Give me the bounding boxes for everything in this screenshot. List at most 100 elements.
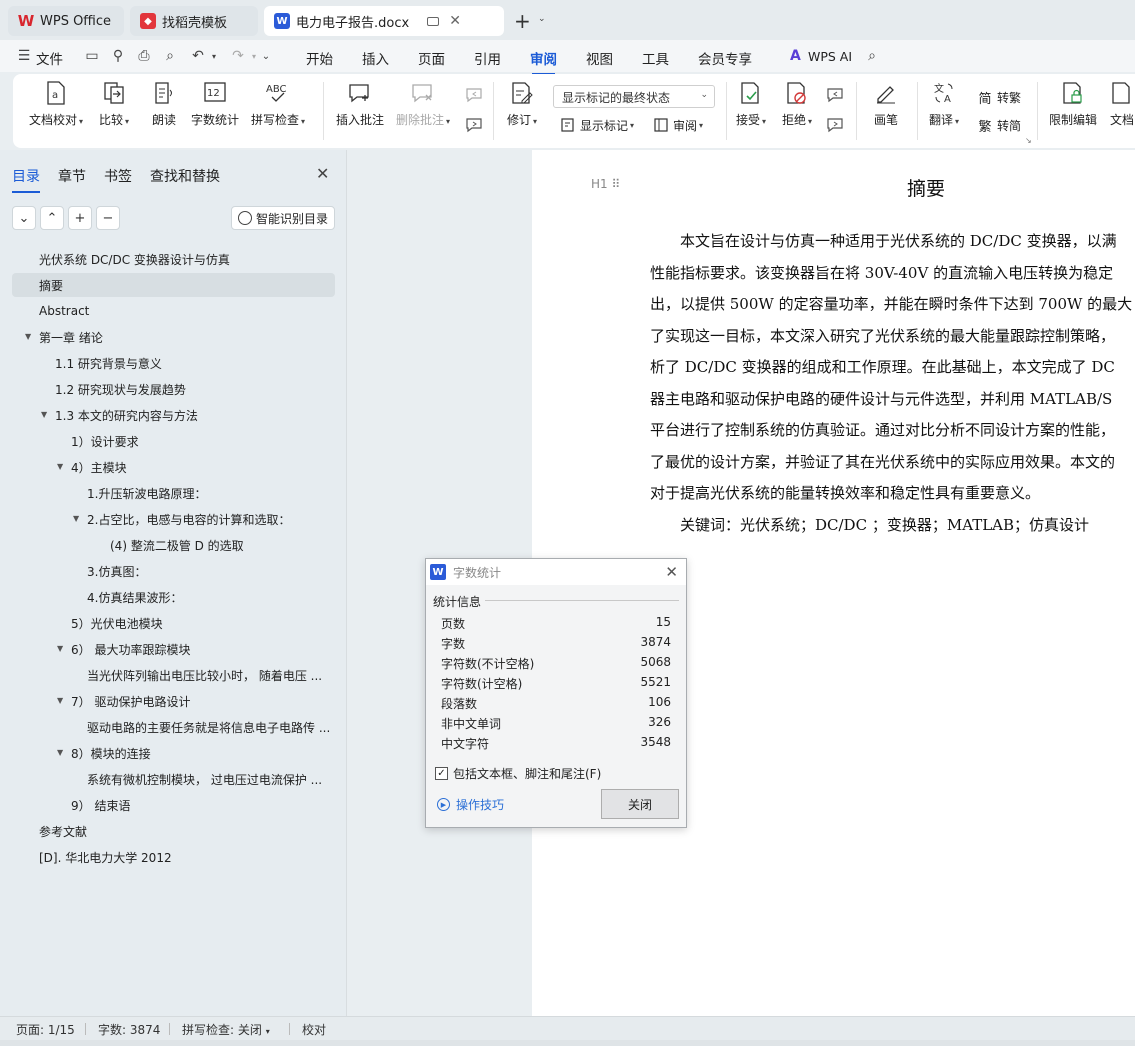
toc-item[interactable]: 1.2 研究现状与发展趋势 bbox=[55, 377, 335, 401]
menu-home[interactable]: 开始 bbox=[306, 48, 333, 68]
status-spell-check[interactable]: 拼写检查: 关闭 ▾ bbox=[182, 1021, 270, 1038]
window-icon[interactable] bbox=[427, 16, 440, 26]
doc-rights-button[interactable]: 文档 bbox=[1109, 80, 1135, 128]
to-traditional-button[interactable]: 简 转繁 bbox=[976, 88, 1021, 107]
toc-item[interactable]: 参考文献 bbox=[39, 819, 335, 843]
toc-item[interactable]: 1.升压斩波电路原理： bbox=[87, 481, 335, 505]
menu-review[interactable]: 审阅 bbox=[530, 48, 557, 75]
toc-item[interactable]: 9） 结束语 bbox=[71, 793, 335, 817]
print-icon[interactable]: ⎙ bbox=[136, 48, 152, 64]
to-simplified-button[interactable]: 繁 转简 bbox=[976, 116, 1021, 135]
collapse-all-button[interactable]: ⌄ bbox=[12, 206, 36, 230]
menu-view[interactable]: 视图 bbox=[586, 48, 613, 68]
accept-button[interactable]: 接受 ▾ bbox=[736, 80, 766, 128]
doc-check-button[interactable]: a 文档校对 ▾ bbox=[29, 80, 83, 128]
next-change-icon[interactable] bbox=[826, 116, 844, 134]
include-textbox-checkbox[interactable]: ✓ 包括文本框、脚注和尾注(F) bbox=[435, 765, 601, 782]
heading-level-marker[interactable]: H1 ⠿ bbox=[591, 177, 620, 191]
markup-mode-select[interactable]: 显示标记的最终状态 ⌄ bbox=[553, 85, 715, 108]
status-word-count[interactable]: 字数: 3874 bbox=[98, 1021, 160, 1038]
search-icon[interactable]: ⌕ bbox=[864, 48, 880, 64]
toc-expand-arrow-icon[interactable]: ▼ bbox=[57, 696, 63, 705]
toc-item[interactable]: 2.占空比，电感与电容的计算和选取： bbox=[87, 507, 335, 531]
toc-item[interactable]: [D]. 华北电力大学 2012 bbox=[39, 845, 335, 869]
toc-item[interactable]: 驱动电路的主要任务就是将信息电子电路传 ... bbox=[87, 715, 335, 739]
next-comment-icon[interactable] bbox=[465, 116, 483, 134]
read-aloud-button[interactable]: 朗读 bbox=[151, 80, 177, 128]
compare-button[interactable]: 比较 ▾ bbox=[99, 80, 129, 128]
toc-item[interactable]: 7） 驱动保护电路设计 bbox=[71, 689, 335, 713]
status-proofread[interactable]: 校对 bbox=[302, 1021, 326, 1038]
menu-insert[interactable]: 插入 bbox=[362, 48, 389, 68]
spell-check-button[interactable]: ABC 拼写检查 ▾ bbox=[251, 80, 305, 128]
new-tab-icon[interactable]: + bbox=[514, 9, 531, 33]
tab-wps-office[interactable]: W WPS Office bbox=[8, 6, 124, 36]
ribbon-expand-icon[interactable]: ↘ bbox=[1025, 136, 1032, 145]
toc-item[interactable]: 5）光伏电池模块 bbox=[71, 611, 335, 635]
toc-expand-arrow-icon[interactable]: ▼ bbox=[57, 748, 63, 757]
nav-tab-find-replace[interactable]: 查找和替换 bbox=[150, 166, 220, 186]
menu-references[interactable]: 引用 bbox=[474, 48, 501, 68]
toc-item[interactable]: 1.1 研究背景与意义 bbox=[55, 351, 335, 375]
tab-document[interactable]: W 电力电子报告.docx ✕ bbox=[264, 6, 504, 36]
toc-item[interactable]: 4.仿真结果波形： bbox=[87, 585, 335, 609]
menu-member[interactable]: 会员专享 bbox=[698, 48, 752, 68]
share-link-icon[interactable]: ⚲ bbox=[110, 48, 126, 64]
toc-item[interactable]: (4) 整流二极管 D 的选取 bbox=[110, 533, 335, 557]
dialog-title-bar[interactable]: W 字数统计 ✕ bbox=[426, 559, 686, 585]
toc-expand-arrow-icon[interactable]: ▼ bbox=[57, 462, 63, 471]
restrict-edit-button[interactable]: 限制编辑 bbox=[1049, 80, 1097, 128]
toc-item[interactable]: 光伏系统 DC/DC 变换器设计与仿真 bbox=[39, 247, 335, 271]
toc-item[interactable]: 1.3 本文的研究内容与方法 bbox=[55, 403, 335, 427]
expand-up-button[interactable]: ⌃ bbox=[40, 206, 64, 230]
reject-button[interactable]: 拒绝 ▾ bbox=[782, 80, 812, 128]
translate-button[interactable]: 文A 翻译 ▾ bbox=[929, 80, 959, 128]
toc-expand-arrow-icon[interactable]: ▼ bbox=[57, 644, 63, 653]
hamburger-menu-icon[interactable]: ☰ bbox=[16, 48, 32, 64]
toc-expand-arrow-icon[interactable]: ▼ bbox=[41, 410, 47, 419]
dialog-close-button[interactable]: 关闭 bbox=[601, 789, 679, 819]
toc-item[interactable]: 第一章 绪论 bbox=[39, 325, 335, 349]
tab-list-chevron-icon[interactable]: ⌄ bbox=[538, 14, 546, 24]
nav-tab-toc[interactable]: 目录 bbox=[12, 166, 40, 193]
toc-item[interactable]: 3.仿真图： bbox=[87, 559, 335, 583]
status-page[interactable]: 页面: 1/15 bbox=[16, 1021, 75, 1038]
show-markup-button[interactable]: 显示标记 ▾ bbox=[559, 116, 634, 134]
remove-heading-button[interactable]: − bbox=[96, 206, 120, 230]
undo-dropdown-icon[interactable]: ▾ bbox=[206, 48, 222, 64]
toc-item[interactable]: 6） 最大功率跟踪模块 bbox=[71, 637, 335, 661]
toc-expand-arrow-icon[interactable]: ▼ bbox=[25, 332, 31, 341]
nav-tab-bookmarks[interactable]: 书签 bbox=[104, 166, 132, 186]
menu-tools[interactable]: 工具 bbox=[642, 48, 669, 68]
close-nav-icon[interactable]: ✕ bbox=[316, 164, 329, 183]
tab-docer-templates[interactable]: ◆ 找稻壳模板 bbox=[130, 6, 258, 36]
menu-wps-ai[interactable]: WPS AI bbox=[808, 49, 852, 64]
print-preview-icon[interactable]: ⌕ bbox=[162, 48, 178, 64]
toc-item[interactable]: 4）主模块 bbox=[71, 455, 335, 479]
insert-comment-button[interactable]: 插入批注 bbox=[336, 80, 384, 128]
tips-link[interactable]: ▶ 操作技巧 bbox=[437, 796, 504, 813]
revise-button[interactable]: 修订 ▾ bbox=[507, 80, 537, 128]
toc-item[interactable]: 8）模块的连接 bbox=[71, 741, 335, 765]
undo-icon[interactable]: ↶ bbox=[190, 48, 206, 64]
dialog-close-icon[interactable]: ✕ bbox=[665, 563, 678, 581]
smart-toc-button[interactable]: 智能识别目录 bbox=[231, 206, 335, 230]
toc-item[interactable]: Abstract bbox=[39, 299, 335, 323]
menu-file[interactable]: 文件 bbox=[36, 48, 63, 68]
add-heading-button[interactable]: + bbox=[68, 206, 92, 230]
toc-item[interactable]: 系统有微机控制模块， 过电压过电流保护 ... bbox=[87, 767, 335, 791]
previous-change-icon[interactable] bbox=[826, 86, 844, 104]
toc-item[interactable]: 摘要 bbox=[12, 273, 335, 297]
nav-tab-chapters[interactable]: 章节 bbox=[58, 166, 86, 186]
toc-expand-arrow-icon[interactable]: ▼ bbox=[73, 514, 79, 523]
redo-icon[interactable]: ↷ bbox=[230, 48, 246, 64]
pen-button[interactable]: 画笔 bbox=[873, 80, 899, 128]
previous-comment-icon[interactable] bbox=[465, 86, 483, 104]
word-count-button[interactable]: 12 字数统计 bbox=[191, 80, 239, 128]
toc-item[interactable]: 当光伏阵列输出电压比较小时， 随着电压 ... bbox=[87, 663, 335, 687]
review-pane-button[interactable]: 审阅 ▾ bbox=[652, 116, 703, 134]
toc-item[interactable]: 1）设计要求 bbox=[71, 429, 335, 453]
save-icon[interactable]: ▭ bbox=[84, 48, 100, 64]
customize-chevron-icon[interactable]: ⌄ bbox=[258, 48, 274, 64]
close-tab-icon[interactable]: ✕ bbox=[449, 13, 461, 29]
